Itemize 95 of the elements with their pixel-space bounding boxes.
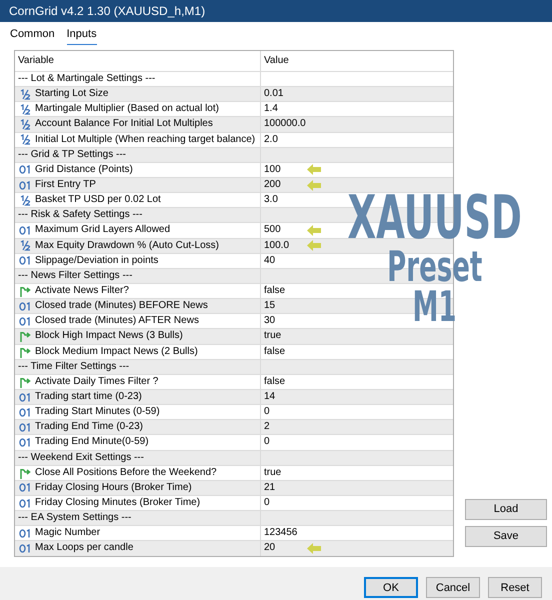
parameter-name: Trading End Time (0-23) [35,421,144,434]
parameter-name: Max Equity Drawdown % (Auto Cut-Loss) [35,240,219,252]
integer-icon [18,422,32,432]
overlay-caption: XAUUSD [348,190,522,247]
parameter-name: Slippage/Deviation in points [35,254,158,267]
parameter-name: Block High Impact News (3 Bulls) [35,330,183,342]
branch-arrow-icon [19,376,31,388]
window-title: CornGrid v4.2 1.30 (XAUUSD_h,M1) [0,0,552,22]
integer-icon [18,302,32,311]
fraction-icon [20,88,30,100]
parameter-name: Close All Positions Before the Weekend? [35,466,217,479]
parameter-name: Activate Daily Times Filter ? [35,376,158,388]
parameter-value[interactable]: 500 [264,224,304,236]
parameter-name: Activate News Filter? [35,285,129,298]
parameter-value[interactable]: 2 [264,421,304,434]
parameter-name: Account Balance For Initial Lot Multiples [35,118,213,130]
parameter-value[interactable]: 40 [264,254,304,267]
integer-icon [18,316,32,326]
dialog-button[interactable]: OK [364,577,418,598]
parameter-value[interactable]: 20 [264,542,304,554]
section-heading: --- EA System Settings --- [18,512,132,524]
fraction-icon [20,194,30,206]
parameter-name: Trading Start Minutes (0-59) [35,406,160,418]
parameter-value[interactable]: 15 [264,300,304,312]
parameter-value[interactable]: 14 [264,391,304,404]
parameter-value[interactable]: 30 [264,315,304,328]
column-header: Value [264,55,289,67]
parameter-value[interactable]: false [264,346,304,358]
overlay-caption: Preset [387,247,483,287]
integer-icon [18,438,32,447]
integer-icon [18,483,32,492]
parameter-name: Maximum Grid Layers Allowed [35,224,170,236]
parameter-name: Grid Distance (Points) [35,164,133,176]
integer-icon [18,392,32,402]
tab[interactable]: Common [10,28,55,45]
parameter-name: Block Medium Impact News (2 Bulls) [35,346,198,358]
parameter-value[interactable]: 0 [264,436,304,448]
integer-icon [18,256,32,266]
integer-icon [18,408,32,417]
parameter-value[interactable]: 100000.0 [264,118,306,130]
parameter-value[interactable]: 200 [264,179,304,192]
parameter-name: Initial Lot Multiple (When reaching target balance) [35,134,256,146]
parameter-name: Closed trade (Minutes) BEFORE News [35,300,208,312]
parameter-value[interactable]: false [264,285,304,298]
parameter-value[interactable]: 21 [264,482,304,494]
fraction-icon [20,134,30,146]
side-button[interactable]: Load [465,498,547,520]
column-header: Variable [18,55,54,67]
parameter-name: Closed trade (Minutes) AFTER News [35,315,199,328]
integer-icon [18,165,32,174]
branch-arrow-icon [19,330,31,342]
parameter-name: Trading End Minute(0-59) [35,436,149,448]
parameter-name: Martingale Multiplier (Based on actual lot) [35,103,219,116]
parameter-value[interactable]: 0.01 [264,88,304,100]
branch-arrow-icon [19,346,31,358]
fraction-icon [20,240,30,252]
dialog-button[interactable]: Reset [488,577,542,598]
parameter-value[interactable]: true [264,466,304,479]
section-heading: --- Risk & Safety Settings --- [18,209,142,222]
fraction-icon [20,118,30,130]
tab[interactable]: Inputs [66,28,97,45]
parameter-value[interactable]: 2.0 [264,134,304,146]
integer-icon [18,180,32,190]
branch-arrow-icon [19,285,31,298]
section-heading: --- Grid & TP Settings --- [18,148,126,161]
integer-icon [18,226,32,235]
section-heading: --- News Filter Settings --- [18,270,132,282]
parameter-value[interactable]: 0 [264,497,304,509]
side-button[interactable]: Save [465,526,547,546]
section-heading: --- Lot & Martingale Settings --- [18,73,156,86]
parameter-name: Basket TP USD per 0.02 Lot [35,194,161,206]
fraction-icon [20,104,30,115]
parameter-name: Friday Closing Minutes (Broker Time) [35,497,200,509]
parameter-name: Max Loops per candle [35,542,134,554]
parameter-value[interactable]: false [264,376,304,388]
branch-arrow-icon [19,466,31,479]
parameter-name: First Entry TP [35,179,96,192]
integer-icon [18,498,32,508]
integer-icon [18,528,32,538]
section-heading: --- Weekend Exit Settings --- [18,452,144,464]
parameter-name: Friday Closing Hours (Broker Time) [35,482,192,494]
integer-icon [18,544,32,553]
parameter-value[interactable]: 100 [264,164,304,176]
parameter-value[interactable]: true [264,330,304,342]
dialog-button[interactable]: Cancel [426,577,480,598]
parameter-value[interactable]: 0 [264,406,304,418]
parameter-name: Magic Number [35,527,100,540]
parameter-value[interactable]: 1.4 [264,103,304,116]
parameter-value[interactable]: 3.0 [264,194,304,206]
parameter-value[interactable]: 100.0 [264,240,304,252]
parameter-name: Starting Lot Size [35,88,108,100]
parameter-name: Trading start time (0-23) [35,391,142,404]
section-heading: --- Time Filter Settings --- [18,360,130,373]
overlay-caption: M1 [412,286,458,327]
parameter-value[interactable]: 123456 [264,527,304,540]
